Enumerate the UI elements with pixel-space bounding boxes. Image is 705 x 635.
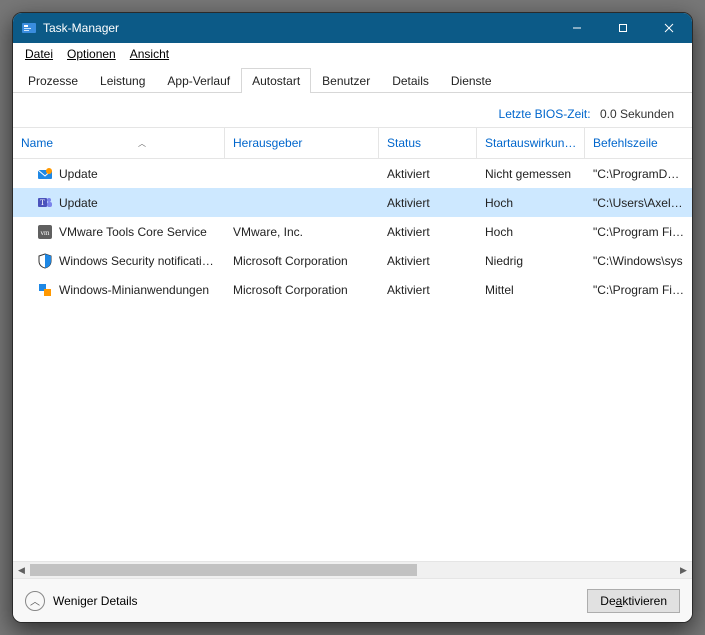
bios-time-row: Letzte BIOS-Zeit: 0.0 Sekunden (13, 93, 692, 127)
teams-icon: T (37, 195, 53, 211)
menu-options[interactable]: Optionen (61, 45, 122, 63)
fewer-details-button[interactable]: ︿ Weniger Details (25, 591, 137, 611)
sort-ascending-icon: ︿ (138, 138, 216, 149)
menubar: Datei Optionen Ansicht (13, 43, 692, 65)
shield-icon (37, 253, 53, 269)
row-name: Windows-Minianwendungen (59, 283, 209, 297)
menu-view[interactable]: Ansicht (124, 45, 175, 63)
row-status: Aktiviert (379, 254, 477, 268)
close-button[interactable] (646, 13, 692, 43)
minimize-button[interactable] (554, 13, 600, 43)
tab-details[interactable]: Details (381, 68, 440, 93)
window-title: Task-Manager (43, 21, 119, 35)
row-cmdline: "C:\Users\Axel\Ap (585, 196, 692, 210)
scroll-thumb[interactable] (30, 564, 417, 576)
titlebar[interactable]: Task-Manager (13, 13, 692, 43)
bios-time-value: 0.0 Sekunden (600, 107, 674, 121)
col-status[interactable]: Status (379, 128, 477, 158)
scroll-left-button[interactable]: ◀ (13, 562, 30, 579)
vmware-icon: vm (37, 224, 53, 240)
table-row[interactable]: vm VMware Tools Core Service VMware, Inc… (13, 217, 692, 246)
table-row[interactable]: Windows-Minianwendungen Microsoft Corpor… (13, 275, 692, 304)
row-cmdline: "C:\Program Files (585, 225, 692, 239)
col-publisher[interactable]: Herausgeber (225, 128, 379, 158)
row-status: Aktiviert (379, 225, 477, 239)
row-status: Aktiviert (379, 283, 477, 297)
row-publisher: Microsoft Corporation (225, 283, 379, 297)
row-name: Windows Security notificati… (59, 254, 214, 268)
tab-processes[interactable]: Prozesse (17, 68, 89, 93)
tabstrip: Prozesse Leistung App-Verlauf Autostart … (13, 65, 692, 93)
col-command-line[interactable]: Befehlszeile (585, 128, 692, 158)
table-row[interactable]: Update Aktiviert Nicht gemessen "C:\Prog… (13, 159, 692, 188)
row-name: Update (59, 167, 98, 181)
row-publisher: VMware, Inc. (225, 225, 379, 239)
tab-body: Letzte BIOS-Zeit: 0.0 Sekunden Name ︿ He… (13, 93, 692, 578)
row-impact: Mittel (477, 283, 585, 297)
row-impact: Nicht gemessen (477, 167, 585, 181)
gadgets-icon (37, 282, 53, 298)
row-cmdline: "C:\Program Files (585, 283, 692, 297)
row-name: VMware Tools Core Service (59, 225, 207, 239)
col-startup-impact[interactable]: Startauswirkun… (477, 128, 585, 158)
row-impact: Hoch (477, 225, 585, 239)
maximize-button[interactable] (600, 13, 646, 43)
row-name: Update (59, 196, 98, 210)
row-cmdline: "C:\Windows\sys (585, 254, 692, 268)
tab-services[interactable]: Dienste (440, 68, 503, 93)
update-envelope-icon (37, 166, 53, 182)
row-cmdline: "C:\ProgramData\ (585, 167, 692, 181)
row-publisher: Microsoft Corporation (225, 254, 379, 268)
task-manager-icon (21, 20, 37, 36)
column-headers: Name ︿ Herausgeber Status Startauswirkun… (13, 127, 692, 159)
table-row[interactable]: Windows Security notificati… Microsoft C… (13, 246, 692, 275)
window-controls (554, 13, 692, 43)
chevron-up-icon: ︿ (25, 591, 45, 611)
col-name[interactable]: Name ︿ (13, 128, 225, 158)
svg-text:vm: vm (41, 229, 51, 237)
svg-text:T: T (40, 198, 45, 207)
window: Task-Manager Datei Optionen Ansicht Proz… (12, 12, 693, 623)
disable-button[interactable]: Deaktivieren (587, 589, 680, 613)
row-status: Aktiviert (379, 167, 477, 181)
horizontal-scrollbar[interactable]: ◀ ▶ (13, 561, 692, 578)
footer: ︿ Weniger Details Deaktivieren (13, 578, 692, 622)
scroll-right-button[interactable]: ▶ (675, 562, 692, 579)
bios-time-label: Letzte BIOS-Zeit: (499, 107, 591, 121)
tab-performance[interactable]: Leistung (89, 68, 156, 93)
row-impact: Hoch (477, 196, 585, 210)
row-impact: Niedrig (477, 254, 585, 268)
menu-file[interactable]: Datei (19, 45, 59, 63)
scroll-track[interactable] (30, 562, 675, 578)
tab-users[interactable]: Benutzer (311, 68, 381, 93)
table-row[interactable]: T Update Aktiviert Hoch "C:\Users\Axel\A… (13, 188, 692, 217)
startup-list: Update Aktiviert Nicht gemessen "C:\Prog… (13, 159, 692, 561)
tab-startup[interactable]: Autostart (241, 68, 311, 93)
row-status: Aktiviert (379, 196, 477, 210)
tab-app-history[interactable]: App-Verlauf (156, 68, 241, 93)
